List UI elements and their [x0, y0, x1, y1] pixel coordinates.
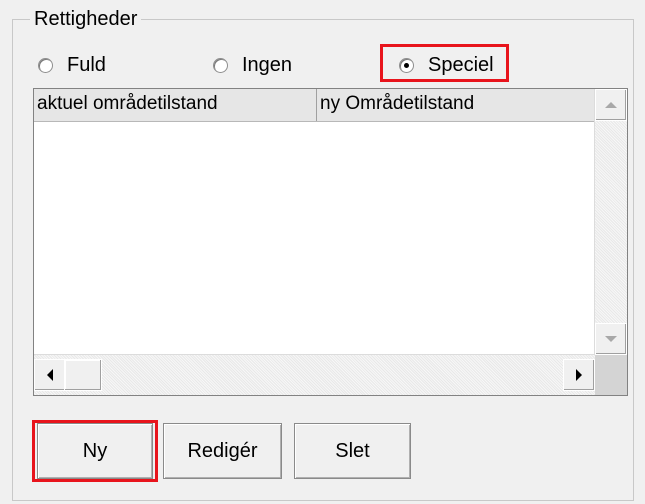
scroll-up-button[interactable] — [595, 89, 627, 121]
radio-ingen[interactable]: Ingen — [213, 52, 292, 78]
arrow-right-icon — [576, 369, 582, 381]
column-header-current-state[interactable]: aktuel områdetilstand — [34, 89, 317, 121]
radio-unchecked-icon — [213, 57, 228, 73]
scroll-thumb[interactable] — [64, 359, 102, 391]
scroll-down-button[interactable] — [595, 323, 627, 355]
horizontal-scrollbar[interactable] — [34, 354, 595, 395]
delete-button[interactable]: Slet — [294, 423, 411, 479]
state-listview[interactable]: aktuel områdetilstand ny Områdetilstand — [33, 88, 628, 396]
scroll-right-button[interactable] — [563, 359, 595, 391]
list-header: aktuel områdetilstand ny Områdetilstand — [34, 89, 595, 122]
group-title: Rettigheder — [30, 8, 142, 30]
arrow-up-icon — [605, 102, 617, 108]
column-header-new-state[interactable]: ny Områdetilstand — [317, 89, 595, 121]
scrollbar-corner — [595, 355, 627, 395]
speciel-highlight — [380, 44, 509, 82]
vertical-scrollbar[interactable] — [594, 89, 627, 355]
arrow-left-icon — [47, 369, 53, 381]
radio-fuld[interactable]: Fuld — [38, 52, 106, 78]
edit-button[interactable]: Redigér — [163, 423, 282, 479]
radio-ingen-label: Ingen — [242, 54, 293, 76]
arrow-down-icon — [605, 336, 617, 342]
radio-unchecked-icon — [38, 57, 53, 73]
new-button-highlight — [32, 420, 158, 482]
scroll-left-button[interactable] — [34, 359, 66, 391]
radio-fuld-label: Fuld — [67, 54, 106, 76]
